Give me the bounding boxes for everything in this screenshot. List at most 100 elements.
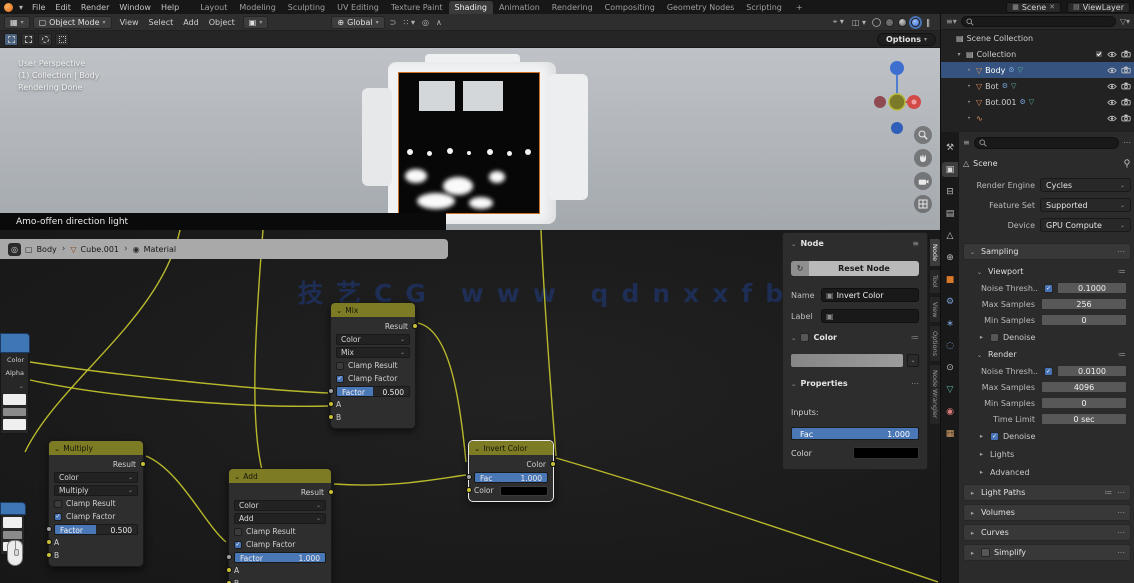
outliner-item-bot-001[interactable]: •▽Bot.001⚙▽	[941, 94, 1134, 110]
menu-window[interactable]: Window	[114, 1, 156, 14]
tool-select-lasso-button[interactable]	[55, 33, 69, 46]
properties-search-input[interactable]	[974, 137, 1119, 149]
fac-slider[interactable]: Fac 1.000	[791, 427, 919, 440]
input-socket[interactable]	[46, 526, 52, 532]
outliner-item[interactable]: •∿	[941, 110, 1134, 126]
zoom-view-button[interactable]	[914, 126, 932, 144]
camera-icon[interactable]	[1121, 50, 1131, 58]
eye-icon[interactable]	[1107, 115, 1117, 122]
shader-node-add[interactable]: ⌄AddResultColor⌄Add⌄Clamp Result✓Clamp F…	[228, 468, 332, 583]
workspace-tab-shading[interactable]: Shading	[449, 1, 494, 14]
checkbox-icon[interactable]	[1095, 50, 1103, 58]
panel-icons[interactable]: ⋯	[1117, 247, 1126, 256]
input-socket[interactable]	[46, 552, 52, 558]
shader-node-multiply[interactable]: ⌄MultiplyResultColor⌄Multiply⌄Clamp Resu…	[48, 440, 144, 567]
sidebar-tab-tool[interactable]: Tool	[929, 269, 940, 294]
partial-colorramp-node[interactable]: Color Alpha ⌄	[0, 333, 30, 434]
value-field[interactable]: 256	[1041, 298, 1127, 310]
panel-volumes[interactable]: ▸Volumes⋯	[963, 504, 1131, 521]
disclosure-icon[interactable]: •	[965, 67, 973, 74]
input-socket[interactable]	[328, 414, 334, 420]
input-socket[interactable]	[328, 401, 334, 407]
slider-factor[interactable]: Factor1.000	[234, 552, 326, 563]
blender-logo-icon[interactable]	[4, 3, 13, 12]
node-panel-header[interactable]: ⌄ Node ≡	[791, 239, 919, 248]
properties-tab-constraints[interactable]: ⊙	[942, 360, 958, 375]
disclosure-icon[interactable]: •	[965, 99, 973, 106]
node-enum-color[interactable]: Color⌄	[336, 334, 410, 345]
checkbox-simplify[interactable]	[981, 548, 990, 557]
checkbox-noise-thresh-[interactable]: ✓	[1044, 284, 1053, 293]
node-label-field[interactable]: ▣	[821, 309, 919, 323]
reset-node-button[interactable]: ↻ Reset Node	[791, 261, 919, 276]
shader-editor[interactable]: 技艺CG www qdnxxfb ◎ ▢ Body › ▽ Cube.001 ›…	[0, 230, 940, 583]
properties-tab-view-layer[interactable]: ▤	[942, 206, 958, 221]
checkbox-clamp-factor[interactable]: ✓	[54, 513, 62, 521]
node-enum-color[interactable]: Color⌄	[54, 472, 138, 483]
extra-dropdown[interactable]: ▣▾	[243, 16, 269, 29]
outliner-item-collection[interactable]: ▾▤Collection	[941, 46, 1134, 62]
properties-tab-scene[interactable]: △	[942, 228, 958, 243]
snap-magnet-icon[interactable]: ⊃	[388, 18, 399, 27]
input-socket[interactable]	[46, 539, 52, 545]
shading-wireframe-button[interactable]	[872, 18, 881, 27]
output-socket[interactable]	[328, 489, 334, 495]
sidebar-tab-node-wrangler[interactable]: Node Wrangler	[929, 364, 940, 425]
sidebar-tab-options[interactable]: Options	[929, 325, 940, 362]
subpanel-render[interactable]: ⌄Render≔	[963, 346, 1131, 363]
workspace-tab-sculpting[interactable]: Sculpting	[282, 1, 331, 14]
panel-menu-icon[interactable]: ≡	[912, 239, 919, 248]
node-name-field[interactable]: ▣Invert Color	[821, 288, 919, 302]
toggle-denoise[interactable]: ▸✓Denoise	[963, 427, 1131, 445]
collapse-caret-icon[interactable]: ⌄	[234, 472, 240, 481]
node-enum-color[interactable]: Color⌄	[234, 500, 326, 511]
list-icon[interactable]: ≔	[1118, 350, 1127, 359]
node-enum-multiply[interactable]: Multiply⌄	[54, 485, 138, 496]
disclosure-icon[interactable]: •	[965, 83, 973, 90]
pause-render-button[interactable]: ‖	[924, 18, 932, 27]
properties-subpanel-header[interactable]: ⌄ Properties ⋯	[791, 379, 919, 388]
toggle-denoise[interactable]: ▸Denoise	[963, 328, 1131, 346]
viewport-menu-select[interactable]: Select	[144, 18, 179, 27]
properties-tab-physics[interactable]: ◌	[942, 338, 958, 353]
output-socket[interactable]	[412, 323, 418, 329]
outliner-display-mode-icon[interactable]: ≡▾	[946, 17, 957, 26]
node-header[interactable]: ⌄Mix	[331, 303, 415, 317]
checkbox-denoise[interactable]	[990, 333, 999, 342]
shading-rendered-button[interactable]	[911, 18, 920, 27]
outliner-item-body[interactable]: •▽Body⚙▽	[941, 62, 1134, 78]
viewport-menu-object[interactable]: Object	[204, 18, 240, 27]
filter-icon[interactable]: ▽▾	[1120, 17, 1130, 26]
disclosure-icon[interactable]: ▾	[955, 51, 963, 58]
panel-sampling[interactable]: ⌄Sampling⋯	[963, 243, 1131, 260]
checkbox-denoise[interactable]: ✓	[990, 432, 999, 441]
collapsed-lights[interactable]: ▸Lights	[963, 445, 1131, 463]
value-field[interactable]: 0	[1041, 397, 1127, 409]
eye-icon[interactable]	[1107, 67, 1117, 74]
viewport-menu-add[interactable]: Add	[178, 18, 204, 27]
move-view-button[interactable]	[914, 149, 932, 167]
workspace-tab-scripting[interactable]: Scripting	[740, 1, 788, 14]
color-checkbox[interactable]	[800, 333, 809, 342]
checkbox-clamp-result[interactable]	[336, 362, 344, 370]
output-socket[interactable]	[140, 461, 146, 467]
properties-tab-modifiers[interactable]: ⚙	[942, 294, 958, 309]
slider-factor[interactable]: Factor0.500	[336, 386, 410, 397]
value-field[interactable]: 0	[1041, 314, 1127, 326]
input-socket[interactable]	[466, 474, 472, 480]
sidebar-tab-node[interactable]: Node	[929, 238, 940, 267]
eye-icon[interactable]	[1107, 99, 1117, 106]
tool-select-circle-button[interactable]	[38, 33, 52, 46]
properties-tab-data[interactable]: ▽	[942, 382, 958, 397]
output-socket[interactable]	[550, 461, 556, 467]
node-header[interactable]: ⌄Multiply	[49, 441, 143, 455]
shader-editor-icon[interactable]: ◎	[8, 243, 21, 256]
view-layer-selector[interactable]: ▤ViewLayer	[1067, 2, 1130, 13]
input-socket[interactable]	[466, 487, 472, 493]
sidebar-tab-view[interactable]: View	[929, 296, 940, 323]
input-socket[interactable]	[226, 567, 232, 573]
ellipsis-icon[interactable]: ⋯	[911, 379, 919, 388]
input-socket[interactable]	[226, 554, 232, 560]
3d-viewport[interactable]: User Perspective(1) Collection | BodyRen…	[0, 48, 940, 230]
camera-icon[interactable]	[1121, 98, 1131, 106]
